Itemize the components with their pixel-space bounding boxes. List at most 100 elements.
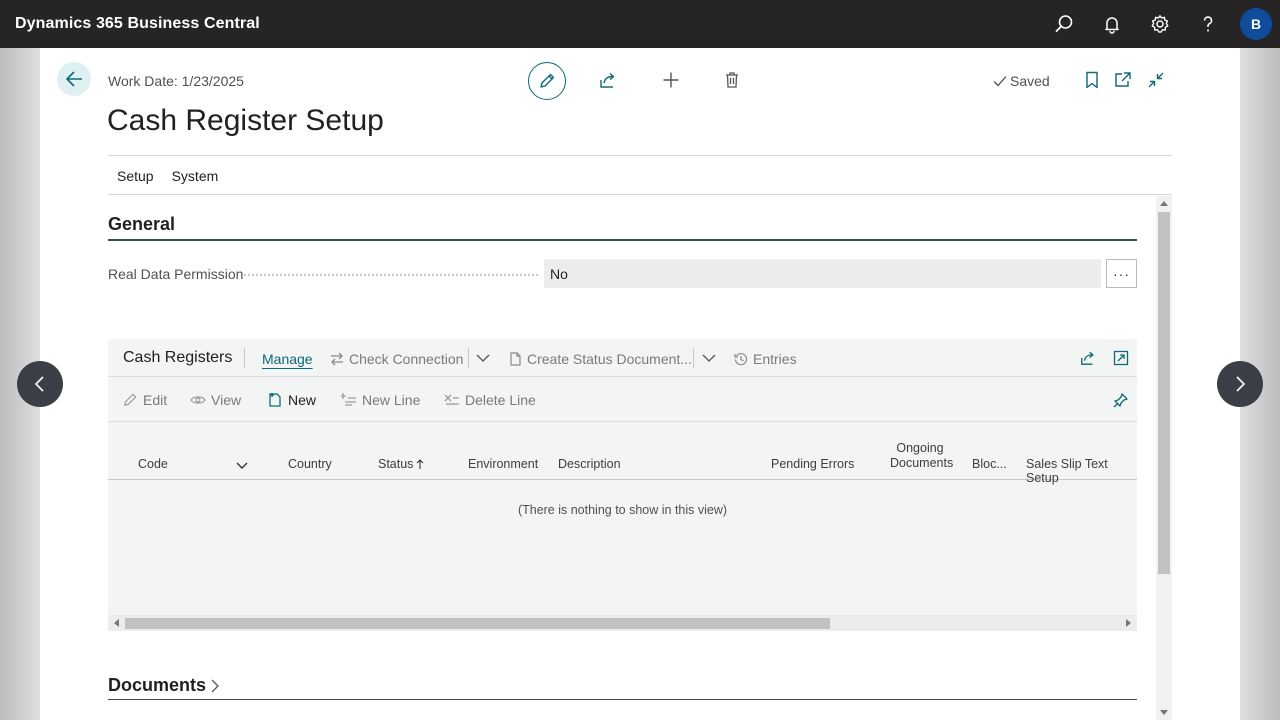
next-record-button[interactable] [1217, 361, 1263, 407]
cash-registers-part: Cash Registers Manage Check Connection C… [108, 339, 1137, 631]
gear-icon[interactable] [1136, 0, 1184, 48]
separator [468, 348, 469, 368]
scroll-left-arrow[interactable] [114, 619, 119, 627]
previous-record-button[interactable] [17, 361, 63, 407]
new-line-label: New Line [362, 392, 421, 408]
search-icon[interactable] [1040, 0, 1088, 48]
scroll-up-arrow[interactable] [1160, 201, 1168, 206]
swap-icon [331, 352, 343, 366]
chevron-down-icon[interactable] [476, 353, 490, 363]
tab-manage[interactable]: Manage [262, 351, 313, 367]
avatar[interactable]: B [1240, 8, 1272, 40]
edit-list-button[interactable]: Edit [122, 392, 167, 408]
pencil-icon [124, 393, 137, 406]
vertical-scrollbar[interactable] [1156, 196, 1172, 720]
section-divider [108, 699, 1137, 700]
delete-line-icon [444, 394, 459, 405]
help-icon[interactable] [1184, 0, 1232, 48]
scroll-down-arrow[interactable] [1160, 710, 1168, 715]
part-title[interactable]: Cash Registers [123, 349, 232, 367]
new-line-icon [341, 393, 356, 406]
column-description[interactable]: Description [558, 457, 621, 471]
scrollbar-thumb[interactable] [1158, 212, 1170, 574]
divider [108, 194, 1172, 195]
tab-manage-label: Manage [262, 351, 313, 367]
chevron-left-icon [34, 376, 44, 392]
work-date[interactable]: Work Date: 1/23/2025 [108, 73, 244, 89]
column-country[interactable]: Country [288, 457, 332, 471]
new-line-button[interactable]: New Line [341, 392, 420, 408]
column-blocked[interactable]: Bloc... [972, 457, 1007, 471]
delete-icon[interactable] [722, 70, 742, 90]
column-code[interactable]: Code [138, 457, 168, 471]
share-icon[interactable] [598, 70, 618, 90]
new-button[interactable]: New [267, 392, 316, 408]
chevron-right-icon [1236, 376, 1246, 392]
history-icon [734, 353, 748, 366]
menu-item-system[interactable]: System [163, 166, 228, 186]
column-sales-slip-text-setup[interactable]: Sales Slip Text Setup [1026, 457, 1137, 485]
column-ongoing-documents[interactable]: Ongoing Documents [890, 441, 954, 470]
check-connection-button[interactable]: Check Connection [330, 351, 463, 367]
view-button[interactable]: View [190, 392, 241, 408]
menu-item-setup[interactable]: Setup [108, 166, 163, 186]
column-ongoing-documents-line1: Ongoing [896, 441, 944, 455]
page-card: Work Date: 1/23/2025 Cash Register Setup… [40, 48, 1240, 720]
scrollbar-thumb[interactable] [125, 618, 830, 629]
empty-list-message: (There is nothing to show in this view) [517, 503, 728, 517]
column-pending-errors[interactable]: Pending Errors [771, 457, 854, 471]
saved-label: Saved [1010, 73, 1050, 89]
column-ongoing-documents-line2: Documents [890, 456, 954, 470]
edit-button[interactable] [528, 62, 566, 100]
column-status[interactable]: Status [378, 457, 424, 471]
column-status-label: Status [378, 457, 414, 471]
chevron-down-icon[interactable] [236, 459, 248, 473]
column-environment[interactable]: Environment [468, 457, 538, 471]
collapse-icon[interactable] [1146, 70, 1166, 90]
section-general-title[interactable]: General [108, 214, 175, 235]
app-bar-actions: B [1040, 0, 1280, 48]
back-button[interactable] [57, 62, 91, 96]
chevron-down-icon[interactable] [702, 353, 716, 363]
separator [244, 348, 245, 368]
sort-ascending-icon [417, 458, 424, 469]
share-icon[interactable] [1080, 350, 1096, 366]
document-icon [510, 352, 521, 366]
view-label: View [211, 392, 242, 408]
checkmark-icon [993, 76, 1007, 87]
app-bar: Dynamics 365 Business Central B [0, 0, 1280, 48]
entries-label: Entries [753, 351, 797, 367]
part-toolbar: Edit View New New Line Delete Line [108, 378, 1137, 422]
chevron-right-icon [211, 679, 219, 692]
real-data-permission-field[interactable]: No [544, 259, 1101, 288]
app-title[interactable]: Dynamics 365 Business Central [15, 15, 260, 33]
action-menu: Setup System [108, 166, 227, 186]
delete-line-button[interactable]: Delete Line [444, 392, 536, 408]
scroll-right-arrow[interactable] [1126, 619, 1131, 627]
create-status-document-button[interactable]: Create Status Document... [508, 351, 692, 367]
bookmark-icon[interactable] [1082, 70, 1102, 90]
section-documents[interactable]: Documents [108, 675, 220, 696]
create-status-document-label: Create Status Document... [527, 351, 692, 367]
eye-icon [190, 396, 206, 404]
assist-edit-button[interactable]: ··· [1106, 259, 1137, 288]
plus-icon[interactable] [661, 70, 681, 90]
personalize-icon[interactable] [1113, 392, 1129, 408]
saved-status: Saved [992, 73, 1050, 89]
pencil-icon [540, 73, 555, 88]
field-label-real-data-permission: Real Data Permission [108, 266, 244, 282]
open-new-window-icon[interactable] [1113, 70, 1133, 90]
part-header: Cash Registers Manage Check Connection C… [108, 339, 1137, 377]
horizontal-scrollbar[interactable] [108, 615, 1137, 631]
section-divider [108, 239, 1137, 241]
bell-icon[interactable] [1088, 0, 1136, 48]
entries-button[interactable]: Entries [734, 351, 797, 367]
delete-line-label: Delete Line [465, 392, 536, 408]
expand-icon[interactable] [1113, 350, 1129, 366]
page-title: Cash Register Setup [107, 104, 384, 137]
field-leader-dots [244, 274, 538, 276]
separator [693, 348, 694, 368]
grid-header: Code Country Status Environment Descript… [108, 423, 1137, 485]
divider [108, 155, 1172, 156]
new-document-icon [269, 393, 281, 407]
